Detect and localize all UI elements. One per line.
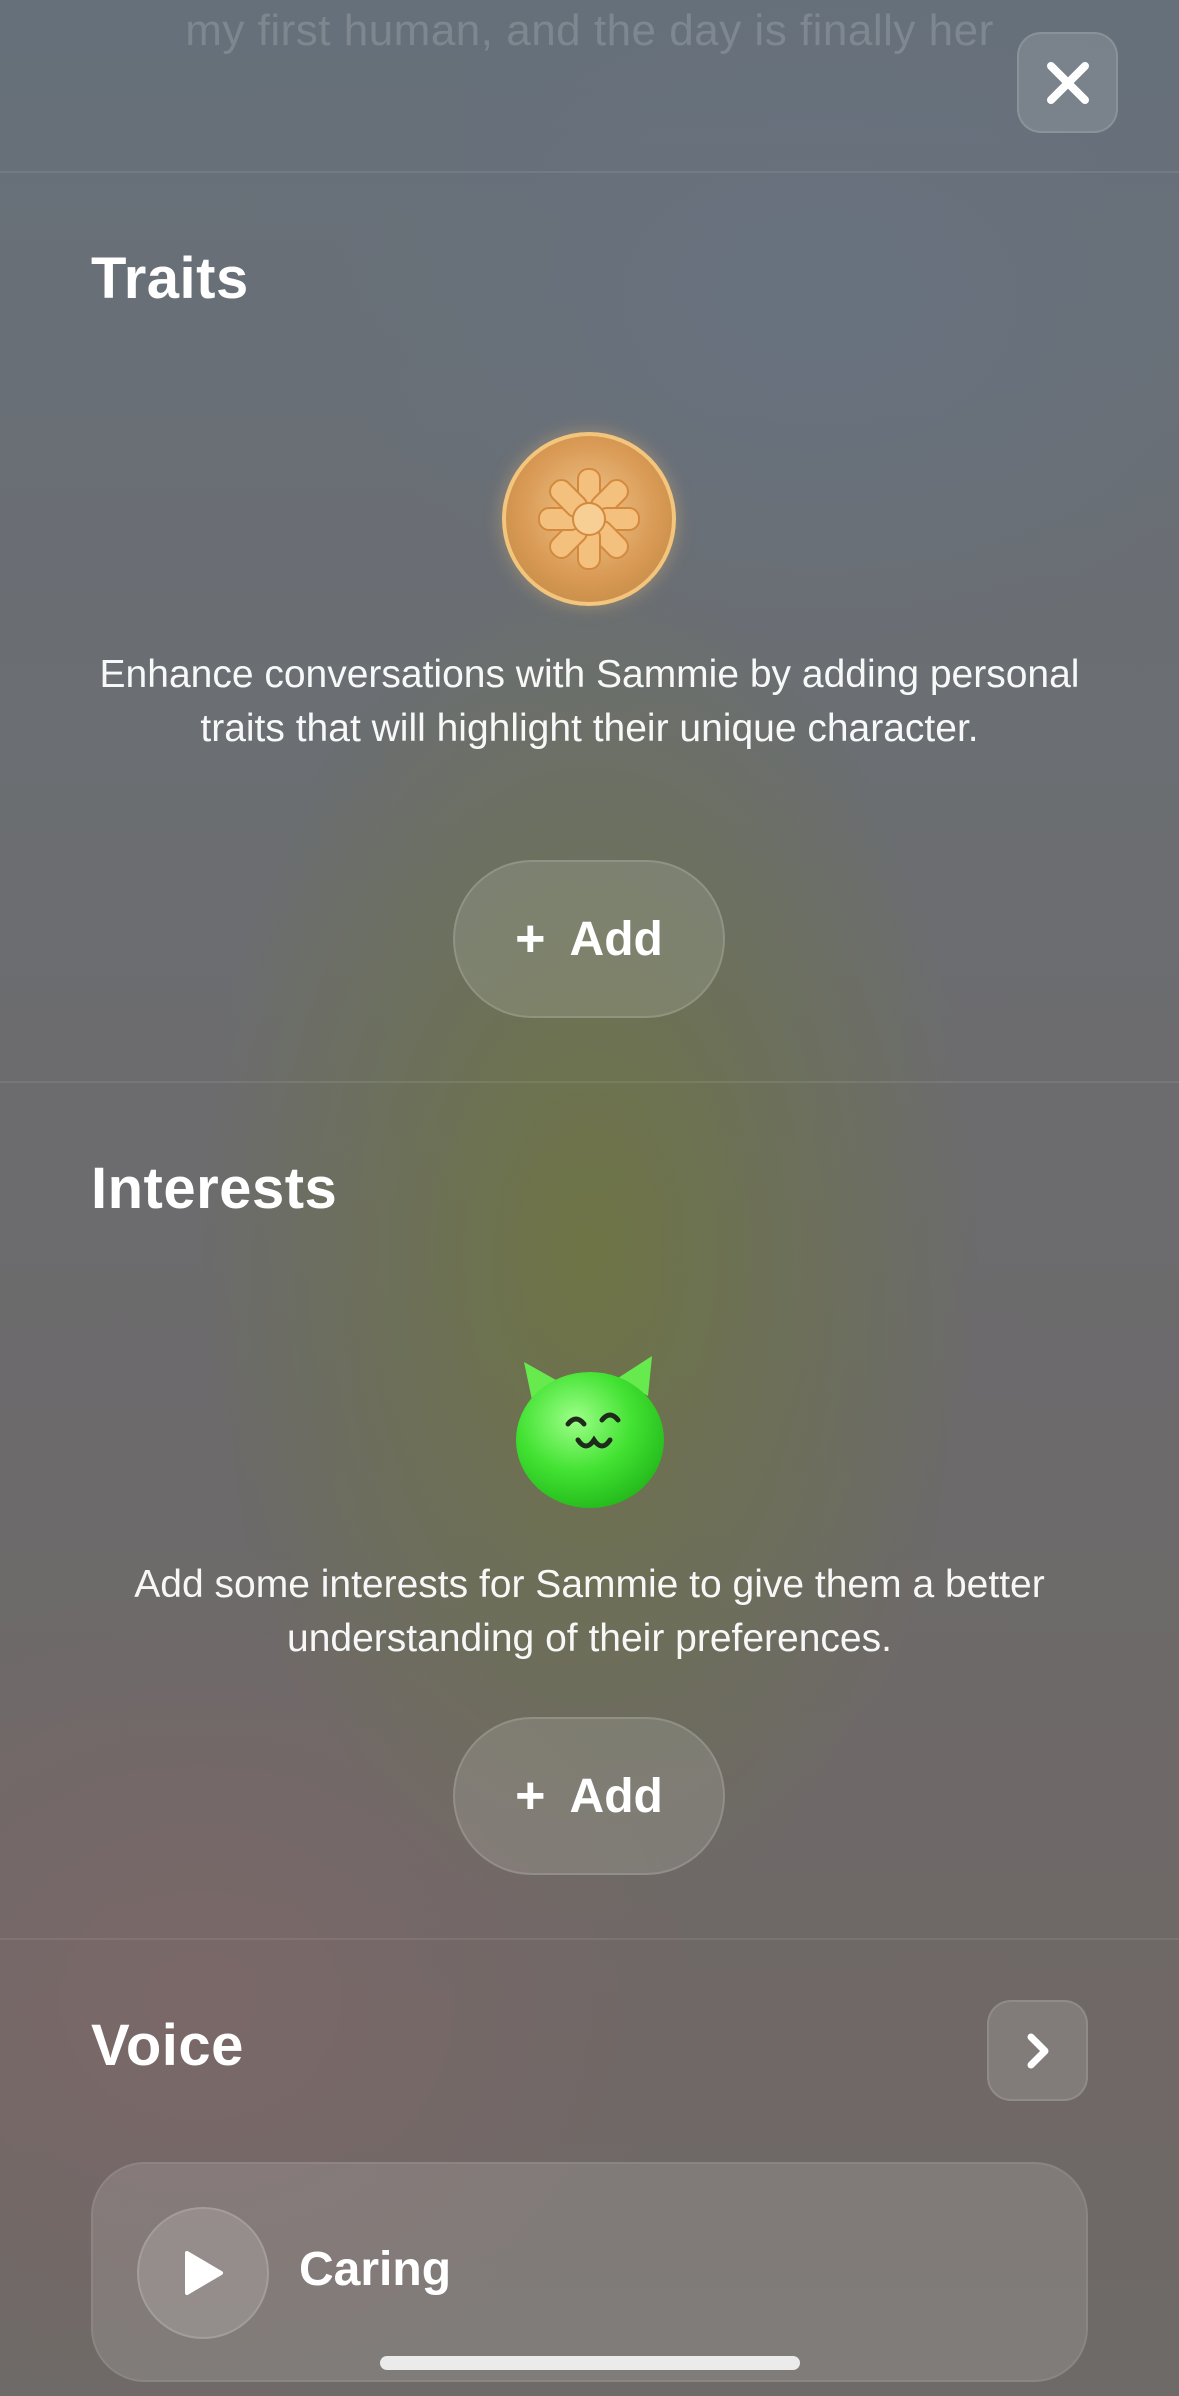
play-icon — [185, 2251, 223, 2295]
close-icon — [1046, 61, 1089, 104]
add-trait-label: Add — [569, 912, 663, 966]
traits-description: Enhance conversations with Sammie by add… — [99, 653, 1080, 750]
add-interest-button[interactable]: + Add — [453, 1717, 725, 1875]
divider-interests — [0, 1938, 1179, 1940]
divider-traits — [0, 1081, 1179, 1083]
close-button[interactable] — [1017, 32, 1118, 133]
traits-flower-icon — [502, 432, 676, 606]
previous-content-text: my first human, and the day is finally h… — [185, 6, 994, 55]
voice-title: Voice — [91, 2013, 244, 2078]
interests-description: Add some interests for Sammie to give th… — [134, 1563, 1045, 1660]
chevron-right-icon — [1027, 2033, 1048, 2068]
voice-more-button[interactable] — [987, 2000, 1088, 2101]
play-voice-button[interactable] — [137, 2207, 269, 2339]
voice-card[interactable]: Caring — [91, 2162, 1088, 2382]
divider-top — [0, 171, 1179, 173]
voice-name: Caring — [299, 2243, 452, 2296]
add-trait-button[interactable]: + Add — [453, 860, 725, 1018]
add-interest-label: Add — [569, 1769, 663, 1823]
interests-title: Interests — [91, 1156, 338, 1221]
plus-icon: + — [515, 1767, 546, 1825]
traits-title: Traits — [91, 246, 249, 311]
plus-icon: + — [515, 910, 546, 968]
interests-cat-icon — [510, 1340, 670, 1510]
home-indicator[interactable] — [380, 2356, 800, 2370]
